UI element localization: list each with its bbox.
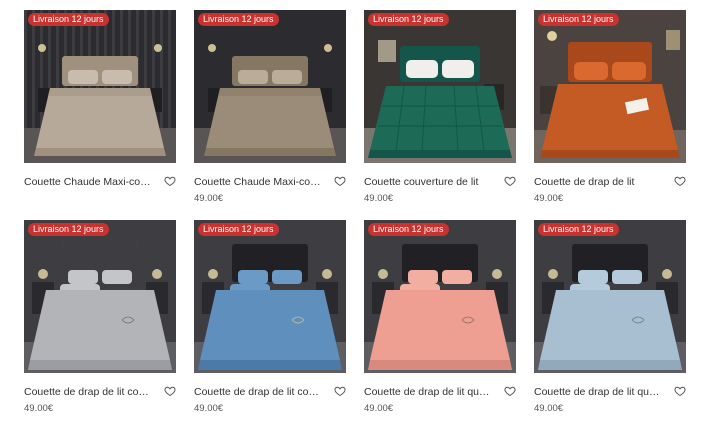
delivery-badge: Livraison 12 jours [28, 223, 109, 236]
bedding-photo [364, 10, 516, 163]
heart-icon[interactable] [334, 385, 346, 397]
product-image[interactable]: Livraison 12 jours [534, 10, 686, 163]
product-price: 49.00€ [534, 403, 564, 414]
product-card[interactable]: Livraison 12 jours Couette Chaude Maxi-c… [24, 10, 176, 217]
product-title[interactable]: Couette couverture de lit [364, 175, 494, 189]
product-title[interactable]: Couette de drap de lit couleur... [194, 385, 324, 399]
bedding-photo [24, 10, 176, 163]
product-image[interactable]: Livraison 12 jours [194, 10, 346, 163]
product-price: 49.00€ [364, 403, 394, 414]
bedding-photo [534, 220, 686, 373]
product-card[interactable]: Livraison 12 jours Couette de drap de li… [364, 220, 516, 427]
product-grid: Livraison 12 jours Couette Chaude Maxi-c… [24, 10, 686, 427]
delivery-badge: Livraison 12 jours [198, 13, 279, 26]
product-card[interactable]: Livraison 12 jours Couette de drap de li… [534, 10, 686, 217]
product-image[interactable]: Livraison 12 jours [534, 220, 686, 373]
bedding-photo [194, 10, 346, 163]
heart-icon[interactable] [164, 385, 176, 397]
product-price: 49.00€ [364, 193, 394, 204]
delivery-badge: Livraison 12 jours [28, 13, 109, 26]
product-image[interactable]: Livraison 12 jours [24, 10, 176, 163]
product-card[interactable]: Livraison 12 jours Couette de drap de li… [24, 220, 176, 427]
bedding-photo [534, 10, 686, 163]
product-price: 49.00€ [534, 193, 564, 204]
heart-icon[interactable] [164, 175, 176, 187]
heart-icon[interactable] [674, 385, 686, 397]
heart-icon[interactable] [674, 175, 686, 187]
bedding-photo [24, 220, 176, 373]
product-price: 49.00€ [194, 193, 224, 204]
bedding-photo [194, 220, 346, 373]
delivery-badge: Livraison 12 jours [198, 223, 279, 236]
product-image[interactable]: Livraison 12 jours [364, 10, 516, 163]
heart-icon[interactable] [334, 175, 346, 187]
delivery-badge: Livraison 12 jours [538, 13, 619, 26]
product-title[interactable]: Couette Chaude Maxi-confort [194, 175, 324, 189]
product-price: 49.00€ [24, 403, 54, 414]
delivery-badge: Livraison 12 jours [368, 223, 449, 236]
product-title[interactable]: Couette de drap de lit couleur... [24, 385, 154, 399]
heart-icon[interactable] [504, 385, 516, 397]
product-title[interactable]: Couette de drap de lit [534, 175, 664, 189]
delivery-badge: Livraison 12 jours [368, 13, 449, 26]
product-title[interactable]: Couette Chaude Maxi-confort [24, 175, 154, 189]
product-image[interactable]: Livraison 12 jours [194, 220, 346, 373]
product-card[interactable]: Livraison 12 jours Couette de drap de li… [194, 220, 346, 427]
product-image[interactable]: Livraison 12 jours [364, 220, 516, 373]
heart-icon[interactable] [504, 175, 516, 187]
product-title[interactable]: Couette de drap de lit quatre ... [364, 385, 494, 399]
product-card[interactable]: Livraison 12 jours Couette Chaude Maxi-c… [194, 10, 346, 217]
product-image[interactable]: Livraison 12 jours [24, 220, 176, 373]
product-card[interactable]: Livraison 12 jours Couette de drap de li… [534, 220, 686, 427]
delivery-badge: Livraison 12 jours [538, 223, 619, 236]
bedding-photo [364, 220, 516, 373]
product-price: 49.00€ [194, 403, 224, 414]
product-title[interactable]: Couette de drap de lit quatre ... [534, 385, 664, 399]
product-card[interactable]: Livraison 12 jours Couette couverture de… [364, 10, 516, 217]
